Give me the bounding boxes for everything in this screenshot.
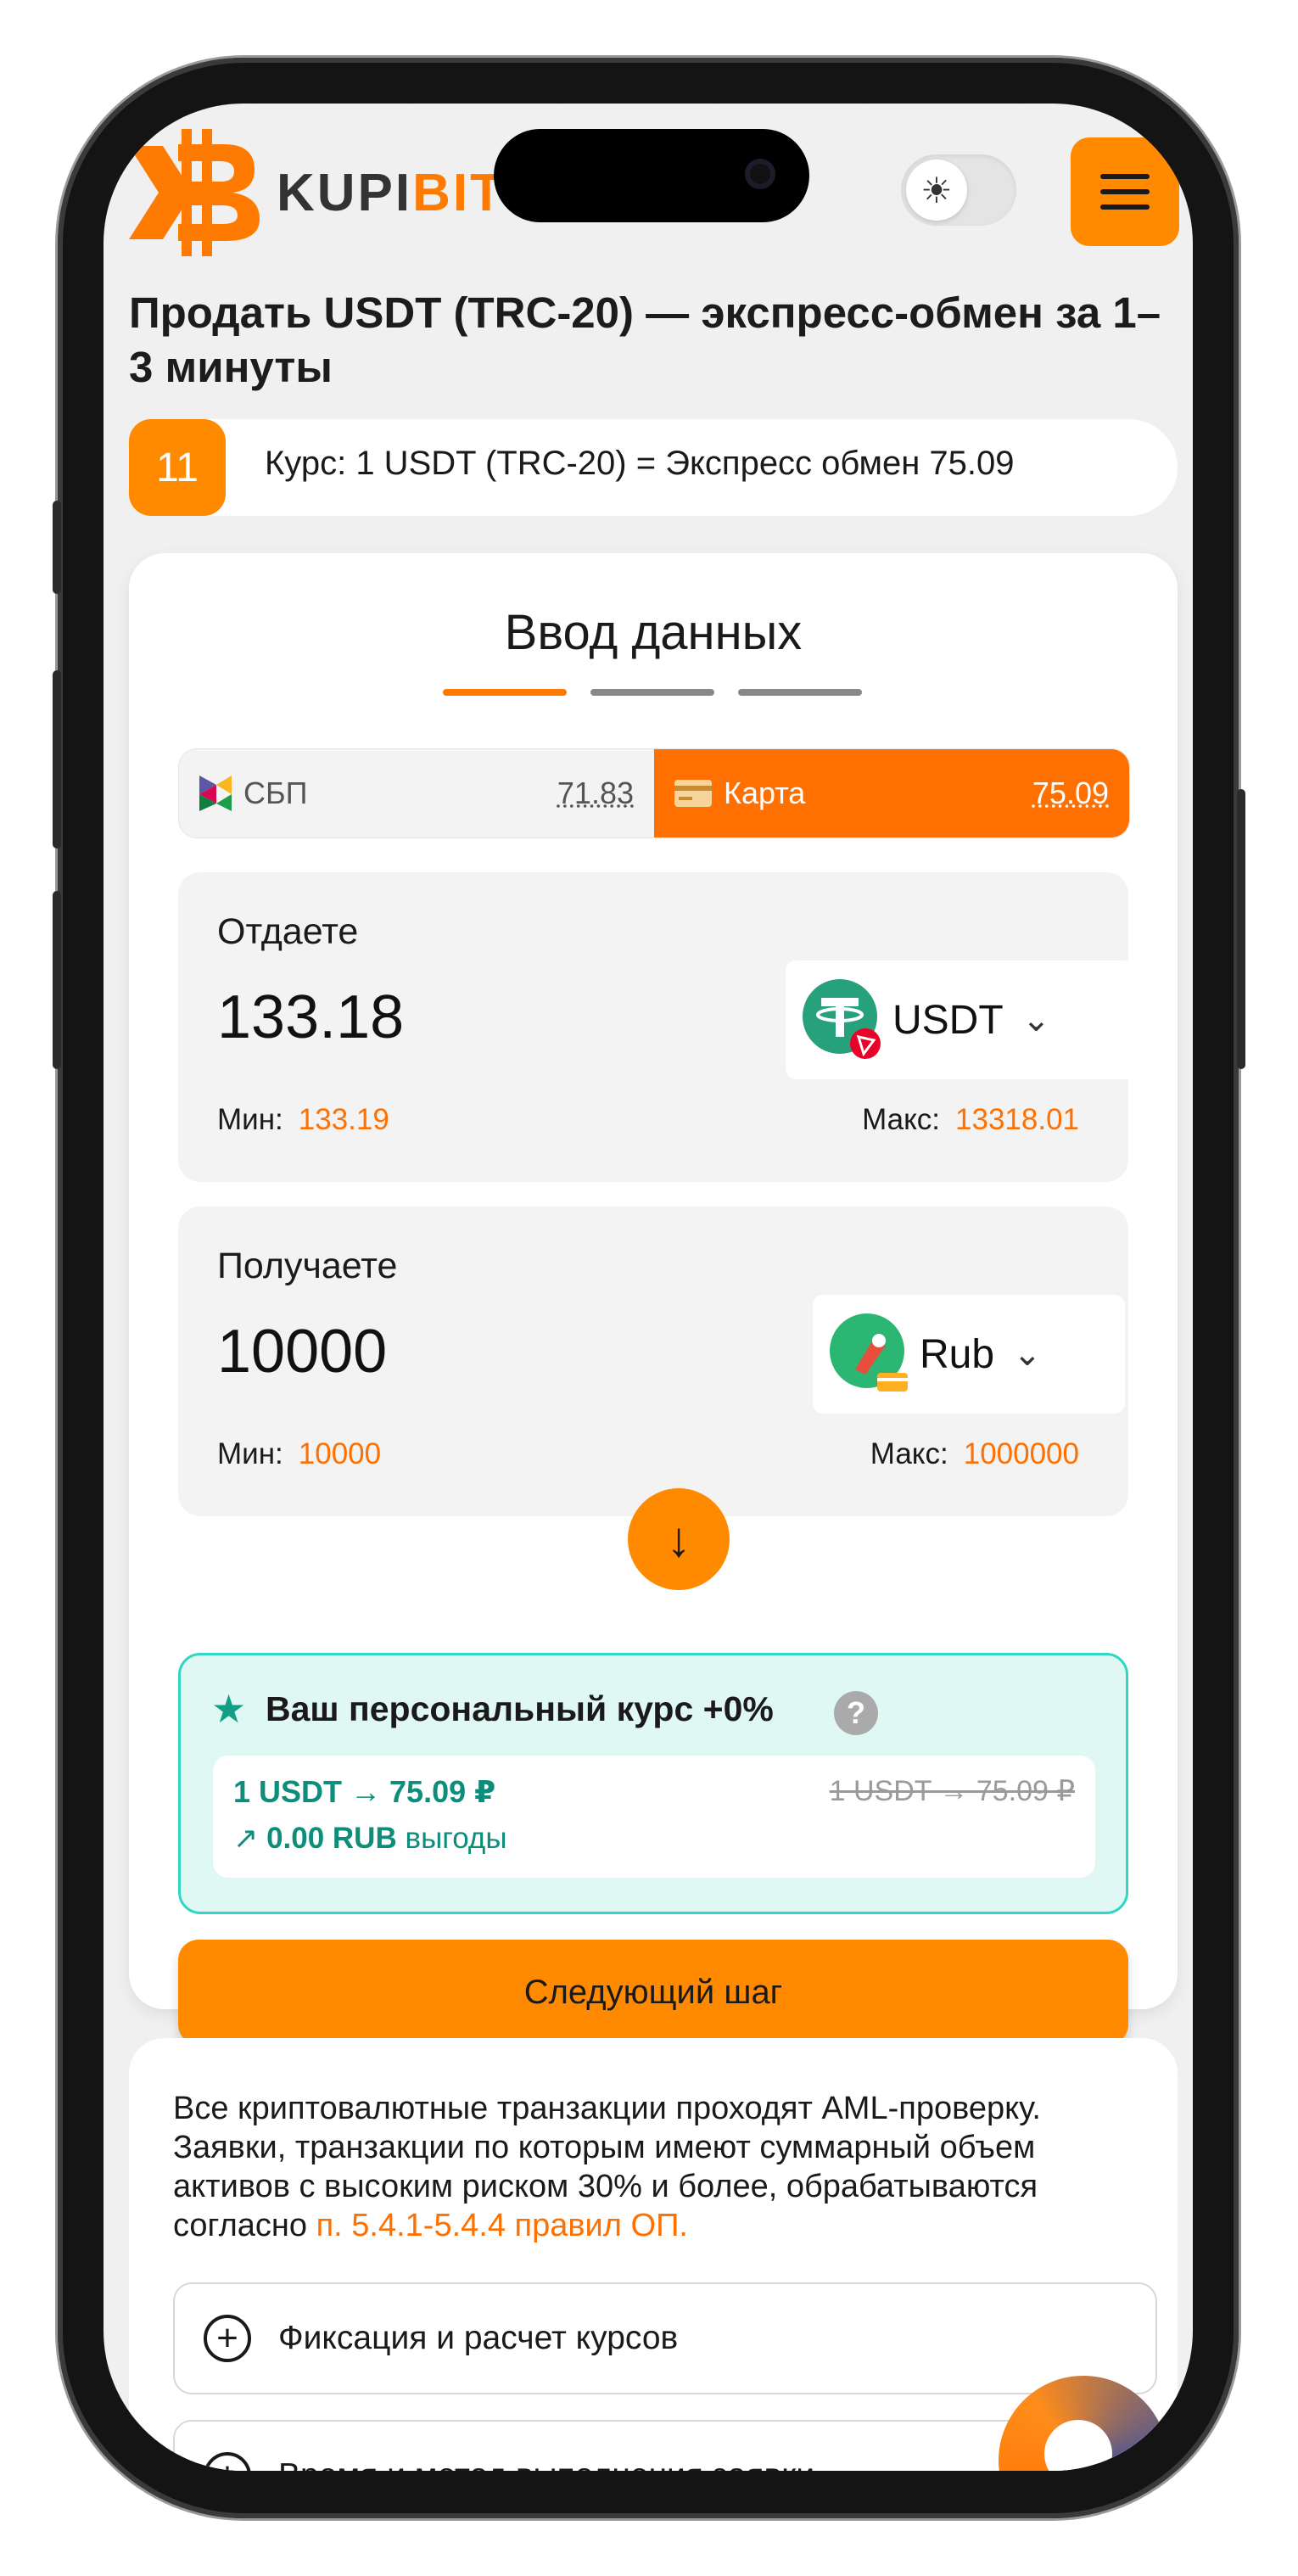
rub-card-icon — [830, 1313, 908, 1392]
swap-arrow-button[interactable]: ↓ — [628, 1488, 730, 1590]
sun-icon: ☀ — [906, 160, 967, 221]
exchange-form-card: Ввод данных СБП 71.83 Карта 75.09 Отдает… — [129, 553, 1178, 2045]
star-icon: ★ — [211, 1687, 247, 1731]
plus-circle-icon: + — [204, 2315, 251, 2362]
accordion-time-method-label: Время и метод выполнения заявки — [278, 2457, 814, 2471]
receive-currency-select[interactable]: Rub ⌄ — [813, 1295, 1125, 1414]
page-title: Продать USDT (TRC-20) — экспресс-обмен з… — [129, 288, 1161, 391]
volume-down-button — [53, 891, 61, 1069]
give-min: Мин: 133.19 — [217, 1103, 389, 1136]
personal-rate-value: 1 USDT → 75.09 ₽ — [233, 1774, 496, 1809]
give-panel: Отдаете 133.18 USDT ⌄ Мин: 133.19 Макс: 13… — [178, 872, 1135, 1182]
card-icon — [674, 780, 712, 807]
tab-sbp-label: СБП — [243, 776, 308, 810]
receive-currency-label: Rub — [920, 1331, 995, 1377]
help-icon[interactable]: ? — [834, 1691, 878, 1735]
receive-max: Макс: 1000000 — [870, 1437, 1079, 1470]
step-3 — [738, 689, 862, 696]
receive-amount-input[interactable]: 10000 — [217, 1317, 387, 1386]
old-rate-value: 1 USDT → 75.09 ₽ — [829, 1775, 1075, 1807]
benefit-suffix: выгоды — [405, 1822, 507, 1855]
theme-toggle[interactable]: ☀ — [901, 154, 1016, 226]
give-currency-label: USDT — [892, 997, 1004, 1043]
tab-sbp-rate: 71.83 — [557, 776, 634, 810]
chevron-down-icon: ⌄ — [1013, 1336, 1042, 1373]
give-amount-input[interactable]: 133.18 — [217, 983, 404, 1052]
rate-badge: 11 — [129, 419, 226, 516]
accordion-rates[interactable]: + Фиксация и расчет курсов — [173, 2282, 1157, 2394]
step-1 — [443, 689, 567, 696]
personal-rate-box: ★ Ваш персональный курс +0% ? 1 USDT → 7… — [178, 1653, 1128, 1914]
trend-up-icon: ↗ — [233, 1822, 259, 1855]
dynamic-island — [494, 129, 809, 222]
logo-text: KUPIBIT — [277, 163, 506, 222]
rate-bar: 11 Курс: 1 USDT (TRC-20) = Экспресс обме… — [129, 419, 1178, 516]
tab-card-rate: 75.09 — [1032, 776, 1109, 810]
give-label: Отдаете — [217, 911, 359, 952]
step-indicator — [443, 689, 862, 696]
rate-text: Курс: 1 USDT (TRC-20) = Экспресс обмен 7… — [265, 445, 1015, 482]
form-title: Ввод данных — [504, 605, 803, 660]
plus-circle-icon: + — [204, 2452, 251, 2471]
aml-info-text: Все криптовалютные транзакции проходят A… — [173, 2091, 1041, 2243]
screen: KUPIBIT ☀ Продать USDT (TRC-20) — экспре… — [104, 104, 1193, 2471]
receive-label: Получаете — [217, 1246, 398, 1286]
volume-up-button — [53, 670, 61, 848]
payment-method-tabs: СБП 71.83 Карта 75.09 — [178, 748, 1130, 838]
chevron-down-icon: ⌄ — [1021, 1001, 1051, 1039]
sbp-icon — [199, 776, 232, 811]
receive-min: Мин: 10000 — [217, 1437, 382, 1470]
rules-link[interactable]: п. 5.4.1-5.4.4 правил ОП. — [316, 2208, 688, 2243]
power-button — [1237, 789, 1245, 1069]
step-2 — [590, 689, 714, 696]
tab-card[interactable]: Карта 75.09 — [654, 749, 1129, 837]
hamburger-icon — [1100, 204, 1150, 210]
personal-rate-details: 1 USDT → 75.09 ₽ 1 USDT → 75.09 ₽ ↗ 0.00… — [213, 1756, 1095, 1878]
bitcoin-logo-icon — [129, 129, 260, 256]
tab-card-label: Карта — [724, 776, 806, 810]
next-step-button[interactable]: Следующий шаг — [178, 1940, 1128, 2045]
accordion-rates-label: Фиксация и расчет курсов — [278, 2320, 679, 2356]
benefit-value: 0.00 RUB — [266, 1822, 397, 1855]
arrow-down-icon: ↓ — [666, 1511, 691, 1567]
usdt-trc20-icon — [803, 979, 881, 1059]
hamburger-icon — [1100, 189, 1150, 194]
give-max: Макс: 13318.01 — [862, 1103, 1079, 1136]
receive-panel: Получаете 10000 Rub ⌄ Мин: 10000 Макс: 100… — [178, 1207, 1128, 1516]
benefit: ↗ 0.00 RUB выгоды — [233, 1822, 507, 1856]
menu-button[interactable] — [1071, 137, 1179, 246]
personal-rate-title: Ваш персональный курс +0% — [266, 1689, 774, 1728]
camera-icon — [745, 159, 775, 189]
logo[interactable]: KUPIBIT — [129, 129, 505, 256]
tab-sbp[interactable]: СБП 71.83 — [179, 749, 654, 837]
give-currency-select[interactable]: USDT ⌄ — [786, 960, 1135, 1079]
hamburger-icon — [1100, 174, 1150, 179]
action-button — [53, 501, 61, 594]
